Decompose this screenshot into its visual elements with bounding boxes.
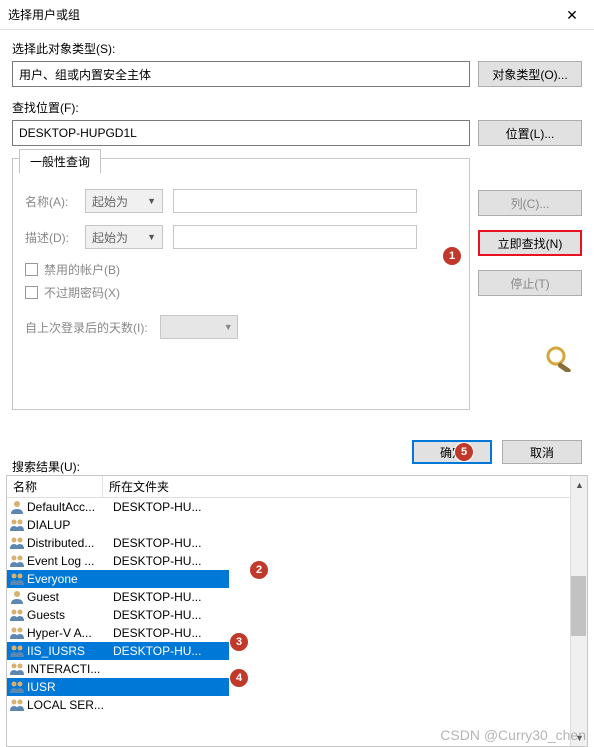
- annotation-marker-4: 4: [229, 668, 249, 688]
- object-type-button[interactable]: 对象类型(O)...: [478, 61, 582, 87]
- col-name[interactable]: 名称: [7, 476, 103, 497]
- group-icon: [9, 625, 25, 641]
- row-name: Guests: [27, 608, 105, 622]
- chevron-down-icon: ▼: [224, 322, 233, 332]
- window-title: 选择用户或组: [8, 6, 80, 23]
- object-type-label: 选择此对象类型(S):: [12, 40, 582, 57]
- group-icon: [9, 643, 25, 659]
- group-icon: [9, 535, 25, 551]
- find-now-button[interactable]: 立即查找(N): [478, 230, 582, 256]
- row-name: INTERACTI...: [27, 662, 105, 676]
- group-icon: [9, 571, 25, 587]
- name-label: 名称(A):: [25, 193, 75, 210]
- table-row[interactable]: Hyper-V A...DESKTOP-HU...: [7, 624, 587, 642]
- row-name: LOCAL SER...: [27, 698, 105, 712]
- user-icon: [9, 499, 25, 515]
- titlebar: 选择用户或组 ✕: [0, 0, 594, 30]
- row-folder: DESKTOP-HU...: [105, 500, 587, 514]
- table-row[interactable]: GuestDESKTOP-HU...: [7, 588, 587, 606]
- annotation-marker-3: 3: [229, 632, 249, 652]
- name-operator-value: 起始为: [92, 193, 128, 210]
- row-folder: DESKTOP-HU...: [105, 608, 587, 622]
- group-icon: [9, 517, 25, 533]
- disabled-accounts-checkbox[interactable]: [25, 263, 38, 276]
- annotation-marker-5: 5: [454, 442, 474, 462]
- scroll-down-arrow-icon[interactable]: ▼: [571, 729, 588, 746]
- table-row[interactable]: IIS_IUSRSDESKTOP-HU...: [7, 642, 229, 660]
- object-type-value: 用户、组或内置安全主体: [12, 61, 470, 87]
- row-name: Hyper-V A...: [27, 626, 105, 640]
- desc-operator-select[interactable]: 起始为 ▼: [85, 225, 163, 249]
- row-name: DefaultAcc...: [27, 500, 105, 514]
- group-icon: [9, 679, 25, 695]
- query-tab[interactable]: 一般性查询: [19, 149, 101, 174]
- table-row[interactable]: IUSR: [7, 678, 229, 696]
- table-row[interactable]: LOCAL SER...: [7, 696, 587, 714]
- row-name: IUSR: [27, 680, 105, 694]
- desc-label: 描述(D):: [25, 229, 75, 246]
- group-icon: [9, 661, 25, 677]
- days-label: 自上次登录后的天数(I):: [25, 319, 148, 336]
- group-icon: [9, 697, 25, 713]
- col-folder[interactable]: 所在文件夹: [103, 476, 587, 497]
- ok-button[interactable]: 确定: [412, 440, 492, 464]
- row-name: Distributed...: [27, 536, 105, 550]
- table-row[interactable]: Everyone: [7, 570, 229, 588]
- search-icon: [544, 346, 576, 372]
- table-row[interactable]: GuestsDESKTOP-HU...: [7, 606, 587, 624]
- group-icon: [9, 553, 25, 569]
- days-select[interactable]: ▼: [160, 315, 238, 339]
- table-header: 名称 所在文件夹: [7, 476, 587, 498]
- desc-input[interactable]: [173, 225, 417, 249]
- user-icon: [9, 589, 25, 605]
- query-tab-frame: 一般性查询 名称(A): 起始为 ▼ 描述(D): 起始为 ▼ 禁用的: [12, 158, 470, 410]
- annotation-marker-1: 1: [442, 246, 462, 266]
- location-value: DESKTOP-HUPGD1L: [12, 120, 470, 146]
- table-row[interactable]: DIALUP: [7, 516, 587, 534]
- name-input[interactable]: [173, 189, 417, 213]
- desc-operator-value: 起始为: [92, 229, 128, 246]
- columns-button[interactable]: 列(C)...: [478, 190, 582, 216]
- row-name: Guest: [27, 590, 105, 604]
- annotation-marker-2: 2: [249, 560, 269, 580]
- close-icon: ✕: [566, 7, 578, 24]
- row-name: Everyone: [27, 572, 105, 586]
- location-label: 查找位置(F):: [12, 99, 582, 116]
- close-button[interactable]: ✕: [550, 0, 594, 30]
- group-icon: [9, 607, 25, 623]
- table-row[interactable]: Event Log ...DESKTOP-HU...: [7, 552, 587, 570]
- scroll-up-arrow-icon[interactable]: ▲: [571, 476, 588, 493]
- table-row[interactable]: Distributed...DESKTOP-HU...: [7, 534, 587, 552]
- row-folder: DESKTOP-HU...: [105, 536, 587, 550]
- name-operator-select[interactable]: 起始为 ▼: [85, 189, 163, 213]
- results-table: 名称 所在文件夹 DefaultAcc...DESKTOP-HU...DIALU…: [6, 475, 588, 747]
- cancel-button[interactable]: 取消: [502, 440, 582, 464]
- row-folder: DESKTOP-HU...: [105, 554, 587, 568]
- table-row[interactable]: INTERACTI...: [7, 660, 587, 678]
- no-expire-checkbox[interactable]: [25, 286, 38, 299]
- no-expire-label: 不过期密码(X): [44, 284, 120, 301]
- chevron-down-icon: ▼: [147, 232, 156, 242]
- row-folder: DESKTOP-HU...: [105, 590, 587, 604]
- row-name: Event Log ...: [27, 554, 105, 568]
- row-folder: DESKTOP-HU...: [105, 644, 229, 658]
- disabled-accounts-label: 禁用的帐户(B): [44, 261, 120, 278]
- chevron-down-icon: ▼: [147, 196, 156, 206]
- scrollbar-thumb[interactable]: [571, 576, 586, 636]
- results-label: 搜索结果(U):: [12, 458, 80, 475]
- scrollbar[interactable]: ▲ ▼: [570, 476, 587, 746]
- row-name: DIALUP: [27, 518, 105, 532]
- location-button[interactable]: 位置(L)...: [478, 120, 582, 146]
- stop-button[interactable]: 停止(T): [478, 270, 582, 296]
- table-row[interactable]: DefaultAcc...DESKTOP-HU...: [7, 498, 587, 516]
- row-name: IIS_IUSRS: [27, 644, 105, 658]
- row-folder: DESKTOP-HU...: [105, 626, 587, 640]
